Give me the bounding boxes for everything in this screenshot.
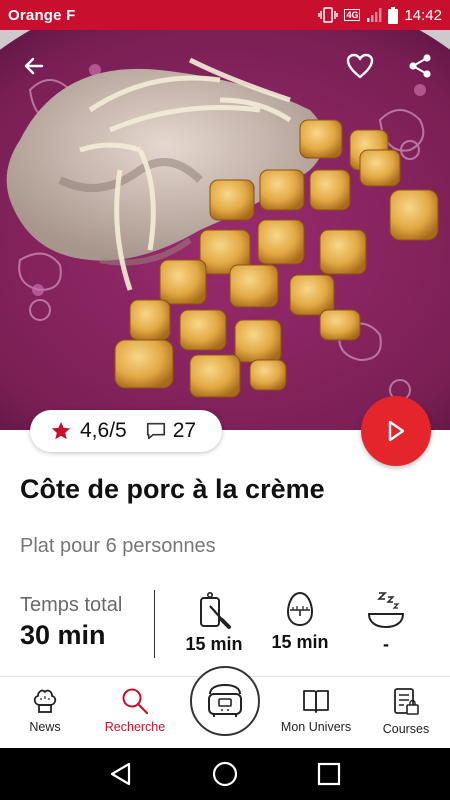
nav-label-courses: Courses: [382, 722, 430, 736]
comment-icon: [146, 422, 165, 440]
total-time: Temps total 30 min: [20, 594, 122, 651]
status-icons: 4G 14:42: [318, 6, 442, 24]
clock: 14:42: [404, 6, 442, 24]
share-icon: [409, 54, 431, 78]
network-type: 4G: [344, 9, 361, 21]
star-icon: [51, 421, 71, 440]
recipe-title: Côte de porc à la crème: [20, 474, 325, 504]
cook-time: 15 min: [260, 590, 340, 653]
nav-item-mon-univers[interactable]: Mon Univers: [276, 677, 356, 749]
status-bar: Orange F 4G 14:42: [0, 0, 450, 30]
total-time-label: Temps total: [20, 594, 123, 616]
total-time-value: 30 min: [20, 620, 106, 650]
signal-icon: [367, 8, 382, 22]
sleep-bowl-icon: [367, 592, 405, 629]
nav-label-news: News: [29, 720, 61, 734]
nav-item-recherche[interactable]: Recherche: [98, 677, 172, 749]
nav-item-courses[interactable]: Courses: [376, 677, 436, 749]
back-button[interactable]: [16, 48, 52, 84]
vibrate-icon: [318, 7, 339, 23]
book-icon: [303, 690, 329, 713]
recents-square-icon[interactable]: [316, 761, 342, 787]
arrow-left-icon: [24, 57, 44, 75]
rating-value: 4,6/5: [80, 419, 127, 442]
heart-icon: [346, 53, 374, 79]
back-triangle-icon[interactable]: [108, 761, 134, 787]
cooker-icon: [208, 683, 242, 717]
nav-item-news[interactable]: News: [14, 677, 76, 749]
prep-time-value: 15 min: [185, 634, 243, 654]
cook-time-value: 15 min: [271, 632, 329, 652]
nav-label-recherche: Recherche: [104, 720, 166, 734]
divider: [154, 590, 155, 658]
search-icon: [122, 688, 149, 715]
recipe-servings: Plat pour 6 personnes: [20, 535, 216, 557]
nav-label-mon-univers: Mon Univers: [280, 720, 352, 734]
shopping-list-icon: [394, 688, 419, 715]
favorite-button[interactable]: [342, 48, 378, 84]
system-navigation-bar: [0, 748, 450, 800]
rest-time-value: -: [383, 634, 389, 654]
chef-hat-icon: [33, 689, 57, 713]
home-circle-icon[interactable]: [211, 760, 239, 788]
share-button[interactable]: [402, 48, 438, 84]
recipe-photo: [0, 30, 450, 430]
prep-time: 15 min: [174, 590, 254, 655]
rating-pill[interactable]: 4,6/5 27: [30, 410, 222, 452]
knife-board-icon: [200, 591, 231, 629]
egg-timer-icon: [286, 591, 314, 627]
rest-time: -: [346, 590, 426, 655]
battery-icon: [388, 6, 399, 24]
comment-count: 27: [172, 419, 197, 442]
play-icon: [388, 420, 405, 442]
start-cooking-button[interactable]: [361, 396, 431, 466]
nav-item-cooker[interactable]: [190, 666, 260, 736]
carrier-name: Orange F: [8, 6, 76, 24]
